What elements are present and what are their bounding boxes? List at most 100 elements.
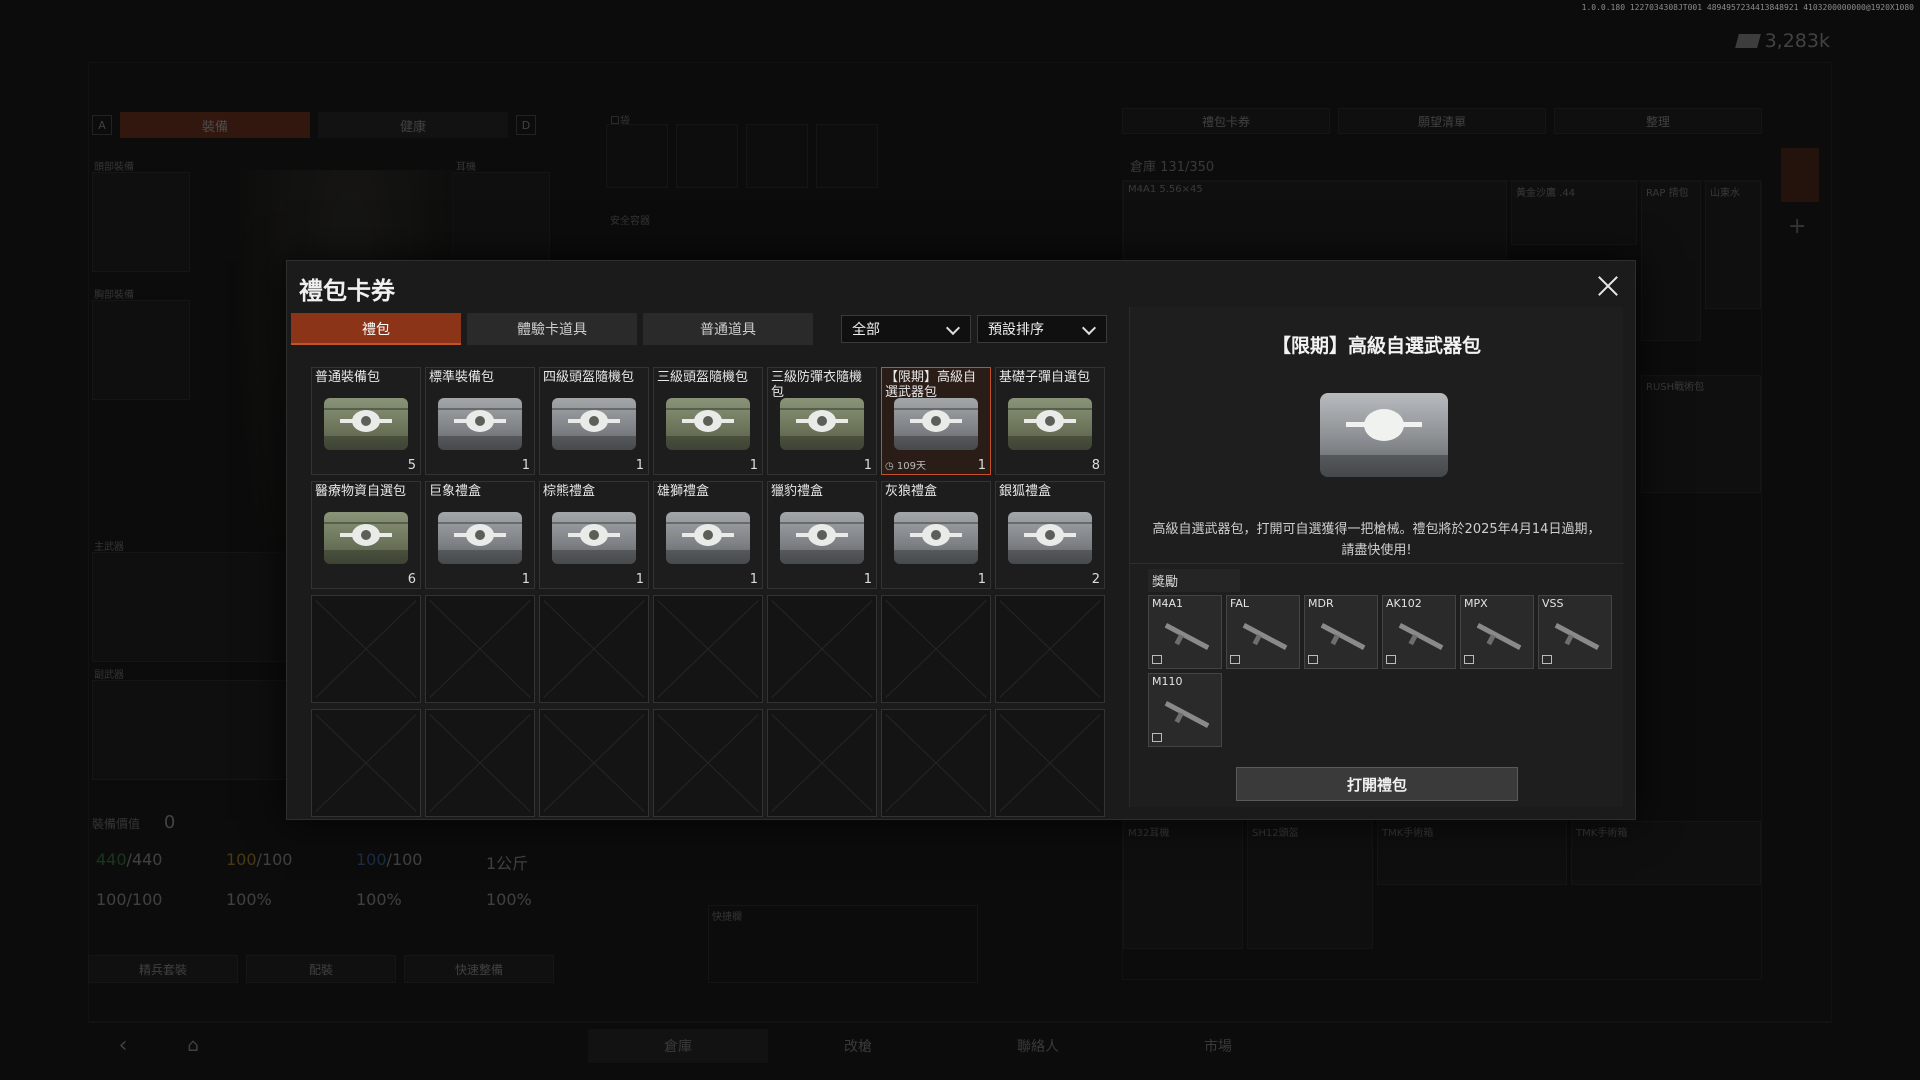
item-grid: 普通裝備包 5 標準裝備包 1 四級頭盔隨機包 1 三級頭盔隨機包 1 三級防彈衣隨機包 1 【限期… xyxy=(311,367,1105,817)
item-count: 1 xyxy=(521,572,530,587)
emblem-icon xyxy=(796,524,848,546)
empty-slot xyxy=(881,595,991,703)
gift-pack-item[interactable]: 四級頭盔隨機包 1 xyxy=(539,367,649,475)
filter-dropdown[interactable]: 全部 xyxy=(841,315,971,343)
case-icon xyxy=(780,512,864,564)
gift-pack-item[interactable]: 基礎子彈自選包 8 xyxy=(995,367,1105,475)
item-count: 1 xyxy=(863,458,872,473)
close-icon[interactable] xyxy=(1593,271,1623,301)
item-name: 銀狐禮盒 xyxy=(999,484,1052,499)
emblem-icon xyxy=(340,524,392,546)
rifle-icon xyxy=(1554,623,1600,650)
case-icon xyxy=(894,512,978,564)
reward-weapon[interactable]: M110 xyxy=(1148,673,1222,747)
sort-dropdown[interactable]: 預設排序 xyxy=(977,315,1107,343)
tab-trial-cards[interactable]: 體驗卡道具 xyxy=(467,313,637,345)
item-name: 巨象禮盒 xyxy=(429,484,482,499)
emblem-icon xyxy=(682,524,734,546)
rifle-icon xyxy=(1242,623,1288,650)
rifle-icon xyxy=(1398,623,1444,650)
gift-pack-item[interactable]: 獵豹禮盒 1 xyxy=(767,481,877,589)
tab-gift-packs[interactable]: 禮包 xyxy=(291,313,461,345)
expiry-value: 109天 xyxy=(896,461,926,472)
rifle-icon xyxy=(1164,623,1210,650)
gift-pack-item[interactable]: 灰狼禮盒 1 xyxy=(881,481,991,589)
item-count: 6 xyxy=(407,572,416,587)
reward-list: M4A1 FAL MDR AK102 MPX VSS M110 xyxy=(1148,595,1612,747)
reward-name: VSS xyxy=(1542,597,1564,610)
empty-slot xyxy=(767,595,877,703)
item-name: 獵豹禮盒 xyxy=(771,484,824,499)
chevron-down-icon xyxy=(1081,320,1097,336)
emblem-icon xyxy=(454,524,506,546)
item-count: 2 xyxy=(1091,572,1100,587)
reward-weapon[interactable]: M4A1 xyxy=(1148,595,1222,669)
box-icon xyxy=(1152,733,1162,742)
emblem-icon xyxy=(796,410,848,432)
case-icon xyxy=(666,398,750,450)
emblem-icon xyxy=(1024,410,1076,432)
detail-description: 高級自選武器包，打開可自選獲得一把槍械。禮包將於2025年4月14日過期，請盡快… xyxy=(1152,522,1601,558)
empty-slot xyxy=(539,709,649,817)
detail-title: 【限期】高級自選武器包 xyxy=(1271,335,1481,357)
empty-slot xyxy=(311,595,421,703)
case-icon xyxy=(894,398,978,450)
empty-slot xyxy=(311,709,421,817)
open-pack-button[interactable]: 打開禮包 xyxy=(1236,767,1518,801)
item-name: 灰狼禮盒 xyxy=(885,484,938,499)
item-name: 醫療物資自選包 xyxy=(315,484,407,499)
case-icon xyxy=(1008,398,1092,450)
item-name: 棕熊禮盒 xyxy=(543,484,596,499)
filter-value: 全部 xyxy=(852,322,880,338)
empty-slot xyxy=(767,709,877,817)
reward-name: M4A1 xyxy=(1152,597,1184,610)
item-name: 【限期】高級自選武器包 xyxy=(885,370,977,400)
emblem-icon xyxy=(340,410,392,432)
reward-divider xyxy=(1130,563,1624,564)
case-icon xyxy=(780,398,864,450)
gift-coupon-modal: 禮包卡券 禮包 體驗卡道具 普通道具 全部 預設排序 普通裝備包 5 標準裝備包 1 四… xyxy=(286,260,1636,820)
reward-weapon[interactable]: AK102 xyxy=(1382,595,1456,669)
gift-pack-item[interactable]: 銀狐禮盒 2 xyxy=(995,481,1105,589)
case-icon xyxy=(666,512,750,564)
gift-pack-item[interactable]: 標準裝備包 1 xyxy=(425,367,535,475)
gift-pack-item[interactable]: 三級防彈衣隨機包 1 xyxy=(767,367,877,475)
item-name: 三級頭盔隨機包 xyxy=(657,370,749,385)
gift-pack-item[interactable]: 棕熊禮盒 1 xyxy=(539,481,649,589)
tab-normal-items[interactable]: 普通道具 xyxy=(643,313,813,345)
emblem-icon xyxy=(910,524,962,546)
emblem-icon xyxy=(568,410,620,432)
chevron-down-icon xyxy=(945,320,961,336)
gift-pack-item[interactable]: 【限期】高級自選武器包 ◷ 109天 1 xyxy=(881,367,991,475)
gift-pack-item[interactable]: 三級頭盔隨機包 1 xyxy=(653,367,763,475)
sort-value: 預設排序 xyxy=(988,322,1044,338)
item-count: 1 xyxy=(749,572,758,587)
detail-panel: 【限期】高級自選武器包 高級自選武器包，打開可自選獲得一把槍械。禮包將於2025… xyxy=(1129,307,1624,807)
category-tabs: 禮包 體驗卡道具 普通道具 xyxy=(291,313,813,345)
box-icon xyxy=(1308,655,1318,664)
item-count: 1 xyxy=(635,572,644,587)
gift-pack-item[interactable]: 雄獅禮盒 1 xyxy=(653,481,763,589)
empty-slot xyxy=(425,709,535,817)
rifle-icon xyxy=(1320,623,1366,650)
item-name: 四級頭盔隨機包 xyxy=(543,370,635,385)
reward-weapon[interactable]: MPX xyxy=(1460,595,1534,669)
box-icon xyxy=(1542,655,1552,664)
empty-slot xyxy=(653,595,763,703)
case-icon xyxy=(438,398,522,450)
item-name: 三級防彈衣隨機包 xyxy=(771,370,863,400)
item-name: 標準裝備包 xyxy=(429,370,495,385)
gift-pack-item[interactable]: 醫療物資自選包 6 xyxy=(311,481,421,589)
emblem-icon xyxy=(568,524,620,546)
empty-slot xyxy=(653,709,763,817)
reward-weapon[interactable]: VSS xyxy=(1538,595,1612,669)
reward-weapon[interactable]: MDR xyxy=(1304,595,1378,669)
reward-weapon[interactable]: FAL xyxy=(1226,595,1300,669)
gift-pack-item[interactable]: 巨象禮盒 1 xyxy=(425,481,535,589)
item-count: 1 xyxy=(635,458,644,473)
reward-name: MPX xyxy=(1464,597,1488,610)
item-count: 1 xyxy=(977,458,986,473)
case-icon xyxy=(438,512,522,564)
gift-pack-item[interactable]: 普通裝備包 5 xyxy=(311,367,421,475)
box-icon xyxy=(1386,655,1396,664)
